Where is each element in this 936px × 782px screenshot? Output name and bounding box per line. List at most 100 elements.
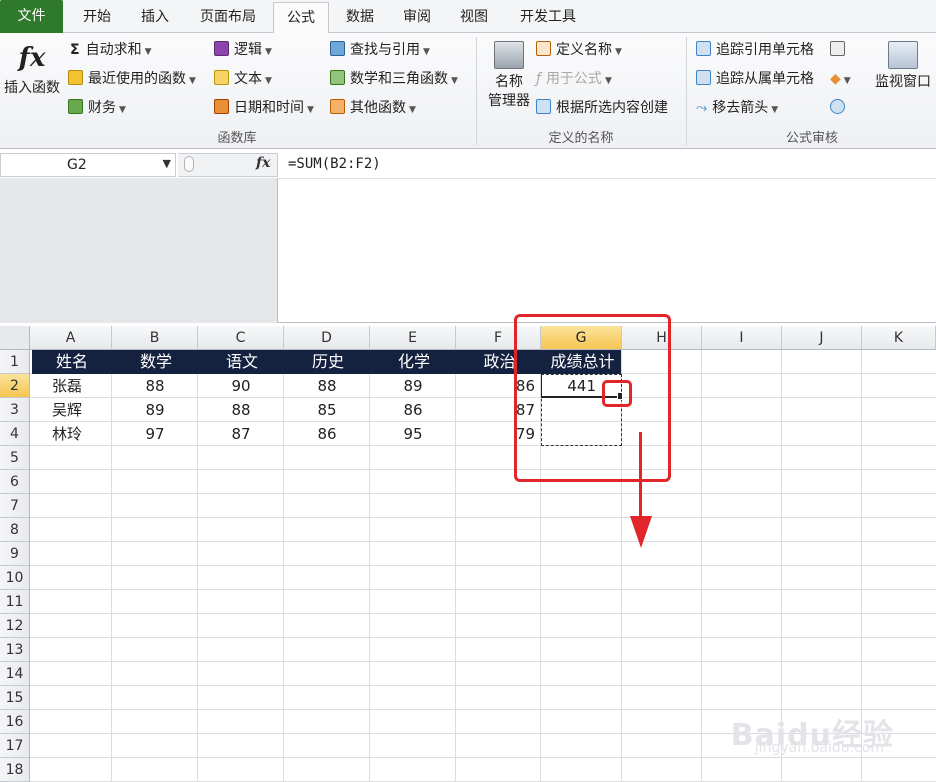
name-manager-button[interactable]: 名称 管理器 (482, 41, 536, 111)
annotation-highlight-box (514, 314, 671, 482)
tab-file[interactable]: 文件 (0, 0, 63, 33)
evaluate-formula-button[interactable] (830, 96, 850, 120)
group-function-library: fx 插入函数 Σ 自动求和 ▼ 最近使用的函数 ▼ 财务 ▼ 逻辑 ▼ 文本 ▼ 日期和时… (0, 33, 474, 149)
tab-view[interactable]: 视图 (447, 2, 501, 32)
cell-score[interactable]: 88 (112, 374, 198, 398)
define-name-button[interactable]: 定义名称 ▼ (536, 38, 622, 62)
column-header-d[interactable]: D (284, 326, 370, 350)
tab-insert[interactable]: 插入 (128, 2, 182, 32)
row-header-10[interactable]: 10 (0, 566, 30, 590)
cell-score[interactable]: 95 (370, 422, 456, 446)
autosum-button[interactable]: Σ 自动求和 ▼ (70, 38, 152, 62)
tab-data[interactable]: 数据 (333, 2, 387, 32)
row-header-4[interactable]: 4 (0, 422, 30, 446)
row-header-1[interactable]: 1 (0, 350, 30, 374)
tag-icon (536, 41, 551, 56)
row-header-12[interactable]: 12 (0, 614, 30, 638)
gridline-horizontal (30, 517, 936, 518)
column-header-c[interactable]: C (198, 326, 284, 350)
row-header-3[interactable]: 3 (0, 398, 30, 422)
name-box[interactable]: G2 ▼ (0, 153, 176, 177)
column-header-k[interactable]: K (862, 326, 936, 350)
chevron-down-icon: ▼ (265, 76, 272, 86)
column-header-j[interactable]: J (782, 326, 862, 350)
cell-score[interactable]: 86 (370, 398, 456, 422)
financial-label: 财务 (88, 100, 116, 116)
cell-name[interactable]: 张磊 (30, 374, 112, 398)
cell-score[interactable]: 89 (370, 374, 456, 398)
header-cell-b[interactable]: 数学 (114, 350, 198, 374)
formula-input[interactable]: =SUM(B2:F2) (288, 156, 381, 172)
header-cell-e[interactable]: 化学 (372, 350, 456, 374)
chevron-down-icon: ▼ (189, 76, 196, 86)
header-cell-c[interactable]: 语文 (200, 350, 284, 374)
row-header-18[interactable]: 18 (0, 758, 30, 782)
header-cell-a[interactable]: 姓名 (32, 350, 112, 374)
text-button[interactable]: 文本 ▼ (214, 67, 272, 91)
column-header-e[interactable]: E (370, 326, 456, 350)
gridline-horizontal (30, 661, 936, 662)
tab-home[interactable]: 开始 (70, 2, 124, 32)
gridline-horizontal (30, 757, 936, 758)
cell-name[interactable]: 林玲 (30, 422, 112, 446)
tab-page-layout[interactable]: 页面布局 (188, 2, 268, 32)
row-header-11[interactable]: 11 (0, 590, 30, 614)
cell-score[interactable]: 90 (198, 374, 284, 398)
row-header-17[interactable]: 17 (0, 734, 30, 758)
resize-handle[interactable] (184, 156, 194, 172)
name-box-value: G2 (67, 157, 87, 173)
insert-function-fx-button[interactable]: fx (256, 155, 270, 171)
cell-score[interactable]: 97 (112, 422, 198, 446)
header-cell-d[interactable]: 历史 (286, 350, 370, 374)
row-header-8[interactable]: 8 (0, 518, 30, 542)
tab-review[interactable]: 审阅 (390, 2, 444, 32)
gridline-horizontal (30, 637, 936, 638)
chevron-down-icon[interactable]: ▼ (163, 157, 171, 170)
cell-score[interactable]: 85 (284, 398, 370, 422)
trace-dependents-button[interactable]: 追踪从属单元格 (696, 67, 814, 91)
math-trig-button[interactable]: 数学和三角函数 ▼ (330, 67, 458, 91)
cell-score[interactable]: 88 (284, 374, 370, 398)
select-all-corner[interactable] (0, 326, 30, 350)
cell-score[interactable]: 89 (112, 398, 198, 422)
logical-button[interactable]: 逻辑 ▼ (214, 38, 272, 62)
row-header-13[interactable]: 13 (0, 638, 30, 662)
row-header-14[interactable]: 14 (0, 662, 30, 686)
cell-score[interactable]: 86 (284, 422, 370, 446)
function-library-label: 函数库 (217, 131, 257, 146)
clock-book-icon (214, 99, 229, 114)
cell-score[interactable]: 87 (198, 422, 284, 446)
row-header-6[interactable]: 6 (0, 470, 30, 494)
trace-precedents-button[interactable]: 追踪引用单元格 (696, 38, 814, 62)
recent-functions-button[interactable]: 最近使用的函数 ▼ (68, 67, 196, 91)
define-name-label: 定义名称 (556, 42, 612, 58)
error-checking-button[interactable]: ◆ ▼ (830, 67, 851, 91)
column-header-b[interactable]: B (112, 326, 198, 350)
column-header-i[interactable]: I (702, 326, 782, 350)
column-header-a[interactable]: A (30, 326, 112, 350)
row-header-7[interactable]: 7 (0, 494, 30, 518)
show-formulas-button[interactable] (830, 38, 850, 62)
watch-window-icon (888, 41, 918, 69)
cell-name[interactable]: 吴辉 (30, 398, 112, 422)
financial-button[interactable]: 财务 ▼ (68, 96, 126, 120)
ribbon-separator (686, 37, 687, 145)
row-header-2[interactable]: 2 (0, 374, 30, 398)
cell-score[interactable]: 88 (198, 398, 284, 422)
tab-formulas[interactable]: 公式 (273, 2, 329, 34)
lookup-reference-button[interactable]: 查找与引用 ▼ (330, 38, 430, 62)
create-from-selection-label: 根据所选内容创建 (556, 100, 668, 116)
datetime-button[interactable]: 日期和时间 ▼ (214, 96, 314, 120)
row-header-5[interactable]: 5 (0, 446, 30, 470)
watch-window-button[interactable]: 监视窗口 (870, 41, 936, 92)
more-functions-button[interactable]: 其他函数 ▼ (330, 96, 416, 120)
tab-developer[interactable]: 开发工具 (506, 2, 590, 32)
row-header-9[interactable]: 9 (0, 542, 30, 566)
insert-function-button[interactable]: fx 插入函数 (0, 41, 64, 98)
remove-arrows-button[interactable]: ⤳ 移去箭头 ▼ (696, 96, 778, 120)
row-header-16[interactable]: 16 (0, 710, 30, 734)
create-from-selection-button[interactable]: 根据所选内容创建 (536, 96, 668, 120)
annotation-fill-handle-box (602, 380, 632, 407)
row-header-15[interactable]: 15 (0, 686, 30, 710)
use-in-formula-button[interactable]: ƒ 用于公式 ▼ (536, 67, 612, 91)
